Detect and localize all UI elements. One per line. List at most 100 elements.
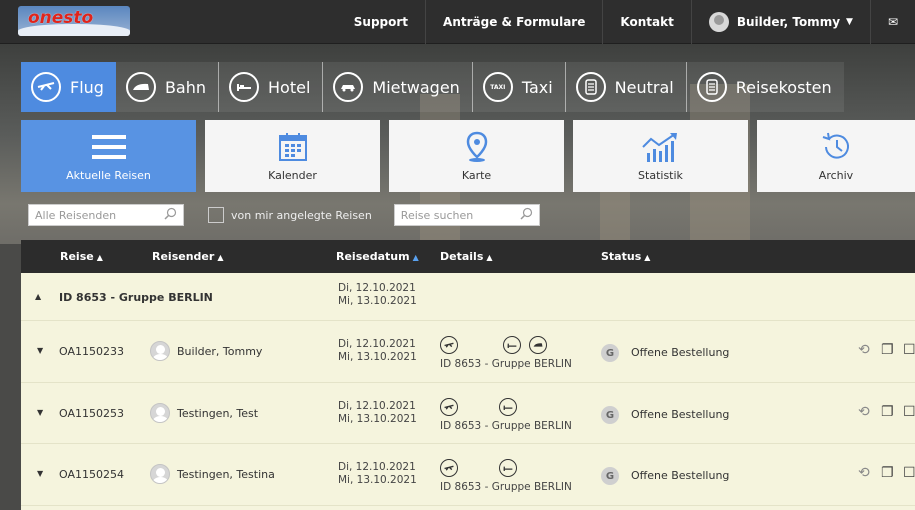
tile-archive[interactable]: Archiv (757, 120, 915, 192)
avatar (150, 464, 170, 484)
date-from: Di, 12.10.2021 (338, 338, 416, 350)
collapse-icon[interactable]: ▲ (35, 292, 41, 301)
trips-table-body: ▲ ID 8653 - Gruppe BERLIN Di, 12.10.2021… (21, 273, 915, 510)
group-row[interactable]: ▲ ID 8653 - Gruppe BERLIN Di, 12.10.2021… (21, 273, 915, 321)
sort-up-icon: ▲ (412, 253, 419, 262)
detail-text: ID 8653 - Gruppe BERLIN (440, 420, 572, 432)
sort-up-icon: ▲ (217, 253, 224, 262)
date-to: Mi, 13.10.2021 (338, 351, 417, 363)
sort-by-trip[interactable]: Reise ▲ (60, 250, 103, 263)
edit-icon[interactable]: ☐ (903, 404, 915, 420)
top-nav-menu: Support Anträge & Formulare Kontakt Buil… (337, 0, 915, 44)
sort-by-traveler[interactable]: Reisender ▲ (152, 250, 223, 263)
expand-icon[interactable]: ▼ (37, 346, 43, 355)
trip-search-input[interactable]: Reise suchen (393, 204, 540, 226)
filter-bar: Alle Reisenden von mir angelegte Reisen … (28, 204, 540, 226)
bed-icon (499, 398, 517, 416)
table-row[interactable]: ▼ OA1150254 Testingen, Testina Di, 12.10… (21, 444, 915, 506)
sort-by-details[interactable]: Details ▲ (440, 250, 493, 263)
mail-icon[interactable]: ✉ (869, 0, 915, 44)
onesto-logo[interactable]: onesto (18, 6, 130, 36)
forms-link[interactable]: Anträge & Formulare (425, 0, 602, 44)
sort-by-date[interactable]: Reisedatum ▲ (336, 250, 419, 263)
bed-icon (499, 459, 517, 477)
avatar (150, 403, 170, 423)
travel-mode-tabs: Flug Bahn Hotel Mietwagen TAXI Taxi Neut… (21, 62, 844, 112)
edit-icon[interactable]: ☐ (903, 342, 915, 358)
mode-tab-flug[interactable]: Flug (21, 62, 116, 112)
avatar (150, 341, 170, 361)
tile-calendar[interactable]: Kalender (205, 120, 380, 192)
user-avatar-icon (708, 12, 729, 32)
user-menu[interactable]: Builder, Tommy ▼ (690, 0, 870, 44)
map-pin-icon (466, 129, 488, 165)
document-icon (575, 72, 606, 102)
trip-id[interactable]: OA1150253 (59, 407, 124, 420)
mode-tab-taxi[interactable]: TAXI Taxi (472, 62, 566, 112)
header-label: Reisedatum (336, 250, 410, 263)
mode-label: Bahn (164, 77, 207, 97)
traveler-name: Testingen, Test (177, 407, 259, 420)
copy-icon[interactable]: ❐ (881, 465, 894, 481)
search-icon (164, 207, 177, 223)
traveler-filter-input[interactable]: Alle Reisenden (28, 204, 184, 226)
car-icon (333, 72, 364, 102)
status-badge: G (601, 344, 619, 362)
tile-label: Statistik (638, 169, 683, 182)
tile-label: Kalender (268, 169, 317, 182)
sort-up-icon: ▲ (486, 253, 493, 262)
own-trips-label: von mir angelegte Reisen (231, 208, 372, 222)
bed-icon (229, 72, 260, 102)
train-icon (125, 72, 156, 102)
date-from: Di, 12.10.2021 (338, 400, 416, 412)
sort-up-icon: ▲ (644, 253, 651, 262)
taxi-icon: TAXI (482, 72, 513, 102)
copy-icon[interactable]: ❐ (881, 404, 894, 420)
status-badge: G (601, 467, 619, 485)
trip-id[interactable]: OA1150254 (59, 468, 124, 481)
header-label: Status (601, 250, 642, 263)
sort-by-status[interactable]: Status ▲ (601, 250, 650, 263)
mode-tab-bahn[interactable]: Bahn (115, 62, 220, 112)
expand-icon[interactable]: ▼ (37, 469, 43, 478)
mode-tab-reisekosten[interactable]: Reisekosten (686, 62, 844, 112)
user-name: Builder, Tommy (736, 15, 841, 29)
tile-map[interactable]: Karte (389, 120, 564, 192)
table-row[interactable]: ▼ OA1150233 Builder, Tommy Di, 12.10.202… (21, 321, 915, 383)
own-trips-checkbox[interactable] (208, 207, 224, 223)
tile-statistics[interactable]: Statistik (573, 120, 748, 192)
copy-icon[interactable]: ❐ (881, 342, 894, 358)
mode-label: Neutral (614, 77, 674, 97)
tile-current-trips[interactable]: Aktuelle Reisen (21, 120, 196, 192)
contact-link[interactable]: Kontakt (602, 0, 690, 44)
date-to: Mi, 13.10.2021 (338, 474, 417, 486)
trip-search-placeholder: Reise suchen (400, 208, 474, 222)
history-icon[interactable]: ⟲ (858, 404, 870, 420)
mode-label: Taxi (521, 77, 553, 97)
table-row[interactable]: ▼ OA1150253 Testingen, Test Di, 12.10.20… (21, 383, 915, 444)
mode-label: Flug (70, 77, 104, 97)
tile-label: Aktuelle Reisen (66, 169, 151, 182)
traveler-name: Builder, Tommy (177, 345, 263, 358)
group-title: ID 8653 - Gruppe BERLIN (59, 291, 213, 304)
expand-icon[interactable]: ▼ (37, 408, 43, 417)
history-icon[interactable]: ⟲ (858, 465, 870, 481)
chart-icon (641, 129, 681, 165)
table-header: Reise ▲ Reisender ▲ Reisedatum ▲ Details ▲ S… (21, 240, 915, 273)
date-to: Mi, 13.10.2021 (338, 295, 417, 307)
status-text: Offene Bestellung (631, 408, 730, 421)
mode-tab-mietwagen[interactable]: Mietwagen (323, 62, 473, 112)
date-to: Mi, 13.10.2021 (338, 413, 417, 425)
traveler-name: Testingen, Testina (177, 468, 275, 481)
tile-label: Archiv (818, 169, 854, 182)
top-navigation-bar: onesto Support Anträge & Formulare Konta… (0, 0, 915, 44)
trip-id[interactable]: OA1150233 (59, 345, 124, 358)
mode-tab-neutral[interactable]: Neutral (565, 62, 687, 112)
edit-icon[interactable]: ☐ (903, 465, 915, 481)
support-link[interactable]: Support (337, 0, 425, 44)
sort-up-icon: ▲ (96, 253, 103, 262)
status-text: Offene Bestellung (631, 346, 730, 359)
history-icon[interactable]: ⟲ (858, 342, 870, 358)
plane-icon (440, 398, 458, 416)
mode-tab-hotel[interactable]: Hotel (219, 62, 324, 112)
